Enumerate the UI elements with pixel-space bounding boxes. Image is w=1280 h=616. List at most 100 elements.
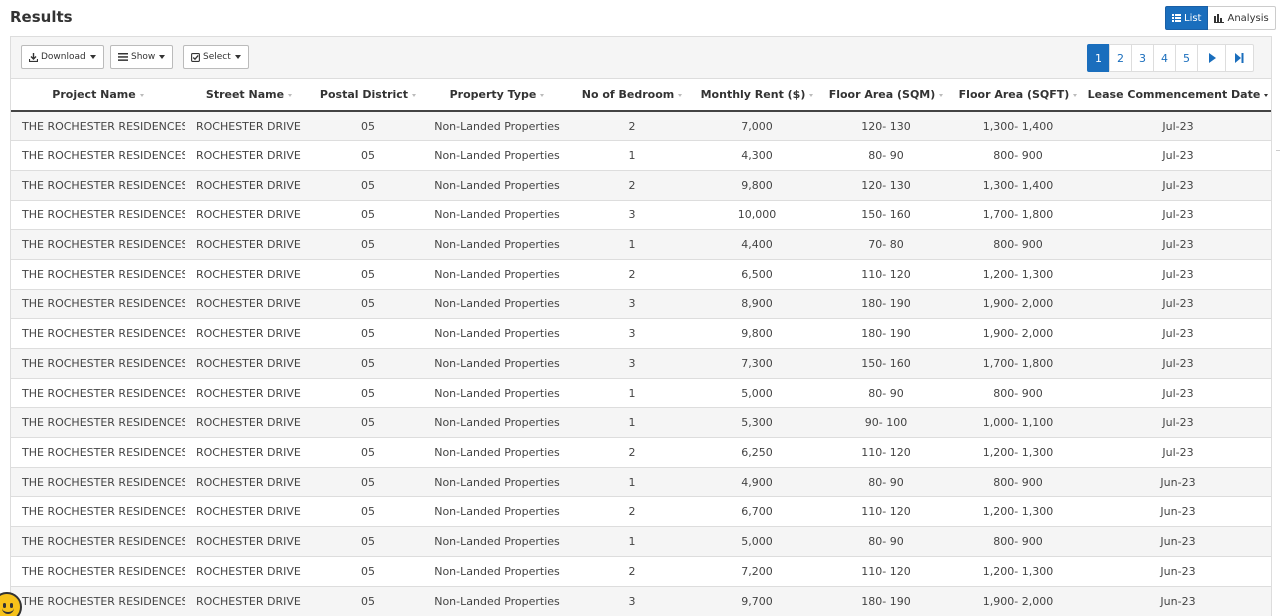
table-cell: 5,000 xyxy=(693,377,821,408)
last-page-button[interactable] xyxy=(1225,44,1254,72)
table-cell: Non-Landed Properties xyxy=(423,318,571,349)
table-row[interactable]: THE ROCHESTER RESIDENCES ROCHESTER DRIVE 0… xyxy=(11,318,1271,349)
table-cell: 110- 120 xyxy=(821,258,951,290)
table-cell: THE ROCHESTER RESIDENCES xyxy=(11,288,185,319)
page-3-button[interactable]: 3 xyxy=(1131,44,1154,72)
table-row[interactable]: THE ROCHESTER RESIDENCES ROCHESTER DRIVE 0… xyxy=(11,169,1271,201)
table-row[interactable]: THE ROCHESTER RESIDENCES ROCHESTER DRIVE 0… xyxy=(11,407,1271,438)
table-cell: 2 xyxy=(571,496,693,527)
table-cell: 05 xyxy=(313,288,423,319)
bar-chart-icon xyxy=(1214,13,1225,23)
table-cell: Non-Landed Properties xyxy=(423,496,571,527)
table-cell: Non-Landed Properties xyxy=(423,407,571,438)
column-header[interactable]: Monthly Rent ($) xyxy=(693,79,821,112)
select-button[interactable]: Select xyxy=(183,45,249,69)
table-cell: 110- 120 xyxy=(821,555,951,586)
show-label: Show xyxy=(131,52,156,62)
column-header[interactable]: Project Name xyxy=(11,79,185,112)
table-cell: Non-Landed Properties xyxy=(423,258,571,290)
table-cell: THE ROCHESTER RESIDENCES xyxy=(11,199,185,230)
table-cell: 05 xyxy=(313,229,423,260)
table-row[interactable]: THE ROCHESTER RESIDENCES ROCHESTER DRIVE 0… xyxy=(11,377,1271,408)
list-icon xyxy=(1172,14,1181,22)
table-row[interactable]: THE ROCHESTER RESIDENCES ROCHESTER DRIVE 0… xyxy=(11,585,1271,616)
toolbar: Download Show Select 1 2 3 4 5 xyxy=(11,37,1271,79)
page-1-button[interactable]: 1 xyxy=(1087,44,1110,72)
table-row[interactable]: THE ROCHESTER RESIDENCES ROCHESTER DRIVE 0… xyxy=(11,288,1271,319)
column-header[interactable]: No of Bedroom xyxy=(571,79,693,112)
table-cell: ROCHESTER DRIVE xyxy=(185,377,313,408)
table-body: THE ROCHESTER RESIDENCES ROCHESTER DRIVE 0… xyxy=(11,110,1271,616)
table-cell: 1,200- 1,300 xyxy=(951,555,1085,586)
column-header[interactable]: Postal District xyxy=(313,79,423,112)
table-cell: 1,300- 1,400 xyxy=(951,110,1085,141)
table-cell: 05 xyxy=(313,169,423,201)
table-cell: ROCHESTER DRIVE xyxy=(185,169,313,201)
table-cell: 05 xyxy=(313,377,423,408)
sort-caret-icon xyxy=(288,93,293,97)
sort-caret-icon xyxy=(1264,93,1269,97)
table-row[interactable]: THE ROCHESTER RESIDENCES ROCHESTER DRIVE 0… xyxy=(11,555,1271,586)
show-button[interactable]: Show xyxy=(110,45,174,69)
column-header[interactable]: Street Name xyxy=(185,79,313,112)
table-cell: 9,800 xyxy=(693,318,821,349)
table-cell: 3 xyxy=(571,318,693,349)
table-cell: THE ROCHESTER RESIDENCES xyxy=(11,526,185,557)
table-cell: 80- 90 xyxy=(821,526,951,557)
sort-caret-icon xyxy=(412,93,417,97)
table-cell: Jul-23 xyxy=(1085,288,1271,319)
page-title: Results xyxy=(10,8,73,26)
view-toggle: List Analysis xyxy=(1165,6,1276,30)
list-view-button[interactable]: List xyxy=(1165,6,1209,30)
table-cell: Non-Landed Properties xyxy=(423,110,571,141)
table-cell: 10,000 xyxy=(693,199,821,230)
download-button[interactable]: Download xyxy=(21,45,104,69)
table-cell: Jul-23 xyxy=(1085,110,1271,141)
table-cell: Non-Landed Properties xyxy=(423,288,571,319)
table-cell: 6,700 xyxy=(693,496,821,527)
results-header: Results List Analysis xyxy=(0,0,1280,36)
column-header[interactable]: Floor Area (SQFT) xyxy=(951,79,1085,112)
sort-caret-icon xyxy=(678,93,683,97)
table-cell: 80- 90 xyxy=(821,377,951,408)
table-cell: 180- 190 xyxy=(821,288,951,319)
table-cell: 05 xyxy=(313,496,423,527)
table-row[interactable]: THE ROCHESTER RESIDENCES ROCHESTER DRIVE 0… xyxy=(11,526,1271,557)
table-cell: THE ROCHESTER RESIDENCES xyxy=(11,258,185,290)
page-5-button[interactable]: 5 xyxy=(1175,44,1198,72)
table-cell: 05 xyxy=(313,110,423,141)
table-row[interactable]: THE ROCHESTER RESIDENCES ROCHESTER DRIVE 0… xyxy=(11,199,1271,230)
table-cell: ROCHESTER DRIVE xyxy=(185,496,313,527)
table-row[interactable]: THE ROCHESTER RESIDENCES ROCHESTER DRIVE 0… xyxy=(11,140,1271,171)
table-cell: 150- 160 xyxy=(821,199,951,230)
table-cell: Jul-23 xyxy=(1085,229,1271,260)
table-cell: Jul-23 xyxy=(1085,258,1271,290)
list-icon xyxy=(118,53,128,61)
table-row[interactable]: THE ROCHESTER RESIDENCES ROCHESTER DRIVE 0… xyxy=(11,229,1271,260)
table-row[interactable]: THE ROCHESTER RESIDENCES ROCHESTER DRIVE 0… xyxy=(11,466,1271,497)
table-cell: THE ROCHESTER RESIDENCES xyxy=(11,229,185,260)
table-cell: 05 xyxy=(313,140,423,171)
table-cell: 3 xyxy=(571,348,693,379)
table-cell: 1,200- 1,300 xyxy=(951,437,1085,468)
table-row[interactable]: THE ROCHESTER RESIDENCES ROCHESTER DRIVE 0… xyxy=(11,496,1271,527)
page-4-button[interactable]: 4 xyxy=(1153,44,1176,72)
next-page-button[interactable] xyxy=(1197,44,1226,72)
column-header[interactable]: Floor Area (SQM) xyxy=(821,79,951,112)
column-header[interactable]: Property Type xyxy=(423,79,571,112)
analysis-view-button[interactable]: Analysis xyxy=(1208,6,1276,30)
select-label: Select xyxy=(203,52,231,62)
table-cell: 8,900 xyxy=(693,288,821,319)
table-cell: 4,300 xyxy=(693,140,821,171)
table-cell: 1,300- 1,400 xyxy=(951,169,1085,201)
table-cell: 180- 190 xyxy=(821,585,951,616)
table-row[interactable]: THE ROCHESTER RESIDENCES ROCHESTER DRIVE 0… xyxy=(11,437,1271,468)
smiley-mouth xyxy=(2,608,14,614)
page-2-button[interactable]: 2 xyxy=(1109,44,1132,72)
table-cell: Jun-23 xyxy=(1085,496,1271,527)
table-row[interactable]: THE ROCHESTER RESIDENCES ROCHESTER DRIVE 0… xyxy=(11,110,1271,141)
table-row[interactable]: THE ROCHESTER RESIDENCES ROCHESTER DRIVE 0… xyxy=(11,258,1271,290)
table-row[interactable]: THE ROCHESTER RESIDENCES ROCHESTER DRIVE 0… xyxy=(11,348,1271,379)
column-header[interactable]: Lease Commencement Date xyxy=(1085,79,1271,112)
scrollbar-marker xyxy=(1276,150,1280,151)
